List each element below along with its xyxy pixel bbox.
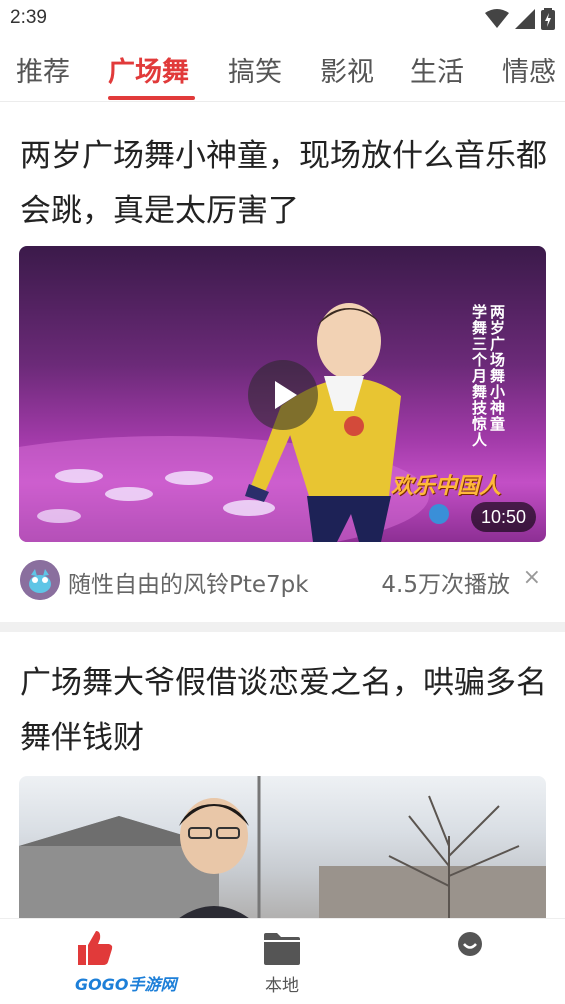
- video-thumbnail[interactable]: [19, 776, 546, 918]
- video-card: 广场舞大爷假借谈恋爱之名，哄骗多名舞伴钱财: [0, 632, 565, 918]
- video-overlay-caption-b: 学舞三个月舞技惊人: [470, 304, 488, 448]
- status-icons: [485, 8, 555, 30]
- nav-local[interactable]: 本地: [188, 919, 376, 1004]
- avatar[interactable]: [20, 560, 60, 600]
- author-name[interactable]: 随性自由的风铃Pte7pk: [68, 565, 309, 599]
- video-title[interactable]: 两岁广场舞小神童，现场放什么音乐都会跳，真是太厉害了: [20, 129, 550, 239]
- play-icon[interactable]: [248, 360, 318, 430]
- bottom-nav: GOGO手游网 本地: [0, 918, 565, 1004]
- avatar-cartoon-icon: [20, 560, 60, 600]
- close-icon[interactable]: ×: [523, 565, 541, 590]
- nav-mine[interactable]: [376, 919, 564, 1004]
- folder-icon: [264, 933, 300, 965]
- active-tab-indicator: [108, 96, 195, 100]
- video-title[interactable]: 广场舞大爷假借谈恋爱之名，哄骗多名舞伴钱财: [20, 656, 550, 766]
- nav-home[interactable]: GOGO手游网: [0, 919, 188, 1004]
- tab-square-dance[interactable]: 广场舞: [108, 50, 189, 89]
- video-overlay-caption-a: 两岁广场舞小神童: [488, 304, 506, 432]
- show-logo-text: 欢乐中国人: [391, 474, 502, 499]
- smiley-icon: [458, 932, 482, 956]
- card-divider: [0, 622, 565, 632]
- video-thumbnail[interactable]: 两岁广场舞小神童 学舞三个月舞技惊人 欢乐中国人 10:50: [19, 246, 546, 542]
- tab-life[interactable]: 生活: [410, 50, 464, 89]
- video-card: 两岁广场舞小神童，现场放什么音乐都会跳，真是太厉害了 两岁广场舞小神童 学舞三个…: [0, 103, 565, 623]
- video-feed[interactable]: 两岁广场舞小神童，现场放什么音乐都会跳，真是太厉害了 两岁广场舞小神童 学舞三个…: [0, 103, 565, 918]
- nav-local-label: 本地: [265, 976, 299, 996]
- tab-funny[interactable]: 搞笑: [228, 50, 282, 89]
- play-count: 4.5万次播放: [381, 572, 510, 598]
- video-meta-row: 随性自由的风铃Pte7pk 4.5万次播放 ×: [0, 555, 565, 605]
- tab-film[interactable]: 影视: [320, 50, 374, 89]
- video-duration: 10:50: [470, 502, 536, 532]
- status-bar: 2:39: [0, 0, 565, 38]
- battery-icon: [541, 8, 555, 30]
- wifi-icon: [485, 9, 509, 28]
- tab-emotion[interactable]: 情感: [502, 50, 556, 89]
- tab-recommend[interactable]: 推荐: [16, 50, 70, 89]
- thumbs-up-icon: [78, 931, 113, 965]
- category-tabs: 推荐 广场舞 搞笑 影视 生活 情感: [0, 38, 565, 102]
- status-time: 2:39: [10, 7, 47, 28]
- site-watermark: GOGO手游网: [75, 975, 177, 994]
- outdoor-scene-graphic: [19, 776, 546, 918]
- signal-icon: [515, 9, 535, 29]
